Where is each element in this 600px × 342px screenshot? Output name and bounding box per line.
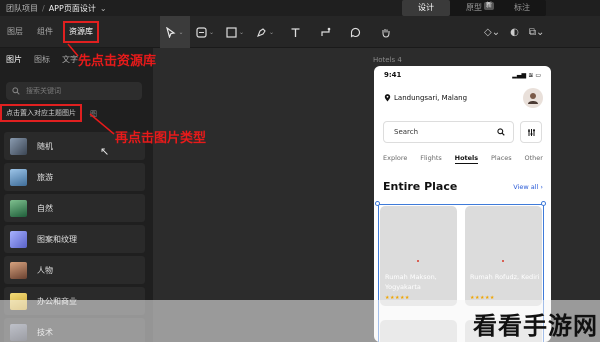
breadcrumb: 团队项目 / APP页面设计 ⌄ <box>0 3 107 14</box>
toolbar: 图层 组件 资源库 ⌄ ⌄ ⌄ ⌄ ◇⌄ ◐ ⧉⌄ <box>0 16 600 48</box>
comment-icon <box>350 27 360 37</box>
chevron-down-icon[interactable]: ⌄ <box>100 4 107 13</box>
arrow-icon <box>67 43 79 57</box>
mouse-cursor-icon: ↖ <box>100 145 110 158</box>
rectangle-tool[interactable]: ⌄ <box>220 16 250 48</box>
resource-sidebar: 图片 图标 文字 搜索关键词 点击置入对应主题图片 图 随机 旅游 自然 图案和… <box>0 48 153 342</box>
design-canvas[interactable]: Hotels 4 9:41 ▂▄▆ ≋ ▭ Landungsari, Malan… <box>153 48 600 342</box>
status-icons: ▂▄▆ ≋ ▭ <box>512 71 541 79</box>
new-badge: 新 <box>483 2 494 10</box>
project-title[interactable]: APP页面设计 <box>49 3 96 14</box>
text-tool[interactable] <box>280 16 310 48</box>
search-icon <box>12 87 20 95</box>
breadcrumb-separator: / <box>42 3 45 13</box>
avatar[interactable] <box>523 88 543 108</box>
category-label: 人物 <box>37 265 53 275</box>
subtab-images[interactable]: 图片 <box>0 54 28 65</box>
pen-icon <box>256 27 266 37</box>
right-tools: ◇⌄ ◐ ⧉⌄ <box>484 16 544 48</box>
category-label: 旅游 <box>37 172 53 182</box>
mask-icon[interactable]: ◐ <box>510 27 519 38</box>
search-input[interactable]: 搜索关键词 <box>6 82 142 100</box>
text-icon <box>291 27 299 37</box>
pen-tool[interactable]: ⌄ <box>250 16 280 48</box>
annotation-step-2: 再点击图片类型 <box>115 131 207 146</box>
boolean-icon[interactable]: ⧉⌄ <box>529 27 545 38</box>
tab-explore[interactable]: Explore <box>383 154 407 164</box>
comment-tool[interactable] <box>340 16 370 48</box>
pointer-tool[interactable]: ⌄ <box>160 16 190 48</box>
category-label: 图案和纹理 <box>37 234 77 244</box>
filter-button[interactable] <box>520 121 542 143</box>
avatar-icon <box>528 93 538 104</box>
frame-icon <box>196 26 207 38</box>
search-placeholder: 搜索关键词 <box>26 87 61 95</box>
instruction-hint: 点击置入对应主题图片 <box>0 104 82 122</box>
phone-category-tabs: Explore Flights Hotels Places Other <box>383 154 543 164</box>
tab-flights[interactable]: Flights <box>420 154 442 164</box>
pattern-thumbnail <box>10 230 27 248</box>
frame-tool[interactable]: ⌄ <box>190 16 220 48</box>
annotation-step-1: 先点击资源库 <box>78 54 157 69</box>
location-text: Landungsari, Malang <box>394 94 468 102</box>
random-thumbnail <box>10 137 27 155</box>
mode-prototype-tab[interactable]: 原型新 <box>450 0 498 16</box>
tab-places[interactable]: Places <box>491 154 512 164</box>
watermark: 看看手游网 <box>473 312 598 340</box>
tab-other[interactable]: Other <box>525 154 543 164</box>
drawing-tools: ⌄ ⌄ ⌄ ⌄ <box>160 16 400 48</box>
hand-icon <box>382 28 389 38</box>
category-item-people[interactable]: 人物 <box>4 256 145 284</box>
title-bar: 团队项目 / APP页面设计 ⌄ 设计 原型新 标注 <box>0 0 600 16</box>
phone-search-input[interactable]: Search <box>383 121 514 143</box>
category-item-nature[interactable]: 自然 <box>4 194 145 222</box>
mode-design-tab[interactable]: 设计 <box>402 0 450 16</box>
category-item-travel[interactable]: 旅游 <box>4 163 145 191</box>
search-icon <box>497 128 505 136</box>
component-icon[interactable]: ◇⌄ <box>484 27 500 38</box>
connector-icon <box>320 27 330 36</box>
location-pin-icon <box>384 94 391 102</box>
phone-search-label: Search <box>394 128 419 136</box>
travel-thumbnail <box>10 168 27 186</box>
mode-annotate-tab[interactable]: 标注 <box>498 0 546 16</box>
view-all-link[interactable]: View all › <box>513 183 543 191</box>
mode-switcher: 设计 原型新 标注 <box>402 0 546 16</box>
pointer-icon <box>166 26 177 38</box>
breadcrumb-team[interactable]: 团队项目 <box>6 3 38 14</box>
nature-thumbnail <box>10 199 27 217</box>
frame-label[interactable]: Hotels 4 <box>373 56 402 64</box>
hand-tool[interactable] <box>370 16 400 48</box>
location-row[interactable]: Landungsari, Malang <box>384 94 467 102</box>
filter-icon <box>527 128 535 136</box>
status-time: 9:41 <box>384 71 402 79</box>
connector-tool[interactable] <box>310 16 340 48</box>
subtab-icons[interactable]: 图标 <box>28 54 56 65</box>
tab-layers[interactable]: 图层 <box>0 16 30 48</box>
tab-components[interactable]: 组件 <box>30 16 60 48</box>
resize-handle[interactable] <box>375 201 380 206</box>
section-title: Entire Place <box>383 180 458 193</box>
arrow-icon <box>89 113 115 135</box>
panel-tabs: 图层 组件 资源库 <box>0 16 99 48</box>
people-thumbnail <box>10 261 27 279</box>
status-bar: 9:41 ▂▄▆ ≋ ▭ <box>374 66 551 84</box>
resize-handle[interactable] <box>541 201 546 206</box>
category-item-patterns[interactable]: 图案和纹理 <box>4 225 145 253</box>
category-label: 随机 <box>37 141 53 151</box>
tab-resource-library[interactable]: 资源库 <box>63 21 99 43</box>
rectangle-icon <box>226 26 237 38</box>
category-label: 自然 <box>37 203 53 213</box>
tab-hotels[interactable]: Hotels <box>454 154 479 164</box>
